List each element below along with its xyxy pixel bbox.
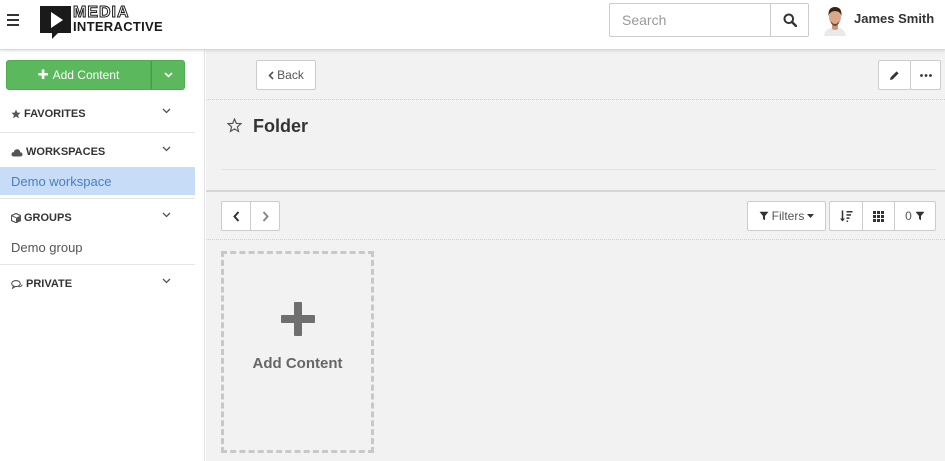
main-content: Back Folder Filters 0 Add Content	[206, 50, 945, 461]
caret-down-icon	[807, 214, 815, 218]
search-box	[609, 3, 809, 37]
filters-button[interactable]: Filters	[747, 201, 826, 231]
logo-text-line2: INTERACTIVE	[73, 19, 163, 34]
star-icon	[11, 109, 21, 119]
page-title: Folder	[253, 116, 309, 136]
chevron-down-icon[interactable]	[162, 146, 171, 152]
section-groups: GROUPS Demo group	[0, 203, 195, 261]
section-workspaces-header[interactable]: WORKSPACES	[0, 137, 195, 167]
chevron-down-icon[interactable]	[162, 278, 171, 284]
cube-icon	[11, 213, 21, 223]
filter-icon	[915, 211, 925, 221]
add-content-label: Add Content	[52, 68, 120, 82]
cloud-icon	[11, 148, 23, 157]
section-groups-header[interactable]: GROUPS	[0, 203, 195, 233]
add-content-card[interactable]: Add Content	[221, 251, 374, 453]
search-button[interactable]	[770, 4, 808, 36]
play-icon	[40, 6, 71, 33]
top-toolbar: Back	[206, 50, 945, 100]
divider	[221, 169, 936, 170]
section-favorites-header[interactable]: FAVORITES	[0, 99, 195, 129]
add-content-button-group: ✚ Add Content	[6, 60, 185, 90]
grid-view-button[interactable]	[862, 201, 895, 231]
divider	[0, 198, 195, 199]
add-content-dropdown-toggle[interactable]	[151, 60, 185, 90]
add-content-card-label: Add Content	[252, 355, 343, 372]
search-input[interactable]	[610, 4, 770, 36]
user-name[interactable]: James Smith	[854, 11, 934, 26]
previous-button[interactable]	[221, 201, 251, 231]
section-workspaces-title: WORKSPACES	[26, 146, 106, 158]
chevron-down-icon[interactable]	[162, 108, 171, 114]
favorite-star-icon[interactable]	[227, 118, 242, 133]
chevron-left-icon	[268, 70, 274, 80]
section-groups-title: GROUPS	[24, 212, 72, 224]
divider	[0, 264, 195, 265]
filter-count: 0	[905, 209, 912, 223]
section-workspaces: WORKSPACES Demo workspace	[0, 137, 195, 195]
sidebar-item-demo-group[interactable]: Demo group	[0, 233, 195, 261]
sort-button[interactable]	[829, 201, 863, 231]
ellipsis-icon	[919, 73, 932, 77]
add-content-button[interactable]: ✚ Add Content	[6, 60, 151, 90]
filter-icon	[759, 211, 769, 221]
next-button[interactable]	[250, 201, 280, 231]
chevron-left-icon	[232, 210, 239, 222]
pencil-icon	[890, 70, 899, 80]
more-options-button[interactable]	[910, 60, 941, 90]
edit-button[interactable]	[878, 60, 911, 90]
plus-icon	[281, 302, 315, 336]
section-favorites-title: FAVORITES	[24, 108, 86, 120]
sidebar-item-demo-workspace[interactable]: Demo workspace	[0, 167, 195, 195]
chevron-right-icon	[262, 210, 269, 222]
sidebar: ✚ Add Content FAVORITES WORKSPACES Demo …	[0, 50, 205, 461]
top-header: MEDIA INTERACTIVE James Smith	[0, 0, 945, 50]
back-button[interactable]: Back	[256, 60, 316, 90]
grid-icon	[873, 210, 884, 222]
section-private: PRIVATE	[0, 269, 195, 299]
chevron-down-icon[interactable]	[162, 212, 171, 218]
divider	[0, 132, 195, 133]
logo[interactable]: MEDIA INTERACTIVE	[40, 4, 163, 39]
comments-icon	[11, 279, 23, 289]
search-icon	[783, 13, 797, 27]
section-private-title: PRIVATE	[26, 278, 73, 290]
avatar[interactable]	[823, 4, 847, 36]
folder-header: Folder	[206, 100, 945, 190]
hamburger-menu-icon[interactable]	[7, 14, 19, 26]
section-private-header[interactable]: PRIVATE	[0, 269, 195, 299]
plus-icon: ✚	[37, 67, 49, 82]
filters-label: Filters	[771, 209, 805, 223]
active-filters-count-button[interactable]: 0	[894, 201, 936, 231]
back-label: Back	[277, 68, 304, 82]
chevron-down-icon	[163, 72, 173, 78]
section-favorites: FAVORITES	[0, 99, 195, 129]
content-toolbar: Filters 0	[206, 192, 945, 240]
sort-icon	[839, 210, 852, 222]
content-panel: Filters 0 Add Content	[206, 190, 945, 461]
